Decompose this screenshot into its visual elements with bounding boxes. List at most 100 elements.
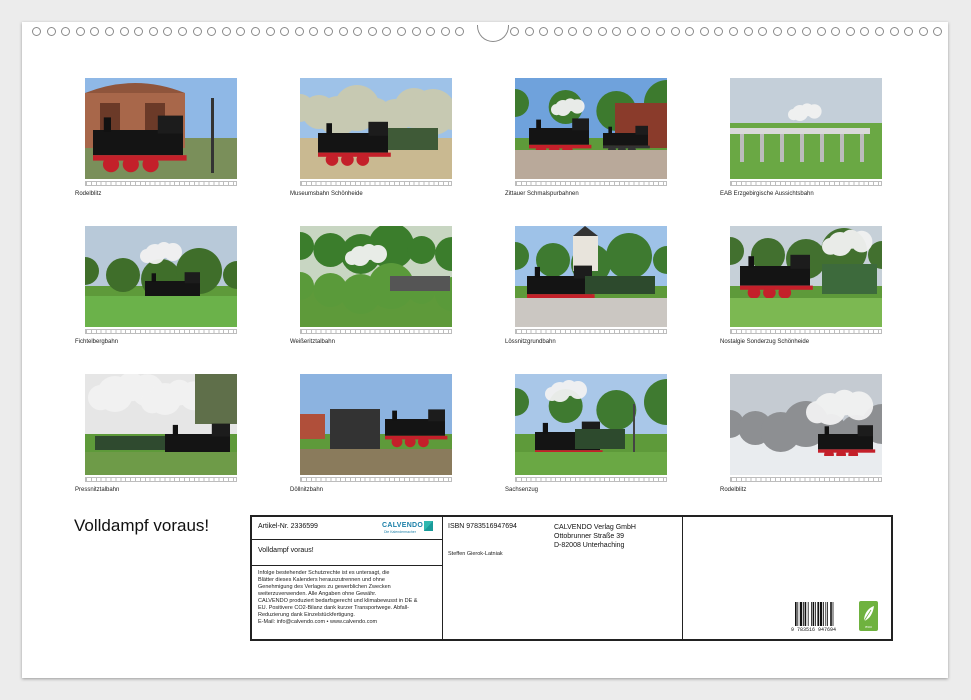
- mini-calendar-grid: [300, 477, 452, 482]
- calendar-sheet: Rodelblitz Museumsbahn Schönheide Zittau…: [22, 22, 948, 678]
- binding-ring: [699, 27, 709, 36]
- thumbnail-caption: Sachsenzug: [505, 487, 539, 493]
- thumbnail-caption: Nostalgie Sonderzug Schönheide: [720, 339, 810, 345]
- thumbnail-photo: [515, 226, 667, 327]
- binding-ring: [294, 27, 304, 36]
- binding-ring: [524, 27, 534, 36]
- binding-ring: [397, 27, 406, 36]
- thumbnail-photo: [85, 226, 237, 327]
- binding-rings: [30, 25, 943, 42]
- binding-ring: [105, 27, 114, 36]
- binding-ring: [148, 27, 158, 36]
- mini-calendar-grid: [300, 181, 452, 186]
- binding-ring: [192, 27, 202, 36]
- calvendo-logo: CALVENDO: [382, 522, 424, 529]
- article-number: Artikel-Nr. 2336599: [258, 523, 318, 530]
- binding-ring: [207, 27, 217, 36]
- binding-ring: [539, 27, 549, 36]
- binding-ring: [626, 27, 636, 36]
- thumbnail-photo: [515, 374, 667, 475]
- binding-ring: [265, 27, 275, 36]
- thumbnail-photo: [730, 78, 882, 179]
- legal-line: Blätter dieses Kalenders herauszutrennen…: [258, 577, 385, 583]
- binding-ring: [670, 27, 680, 36]
- calendar-title: Volldampf voraus!: [74, 516, 210, 535]
- mini-calendar-grid: [730, 477, 882, 482]
- legal-line: CALVENDO produziert bedarfsgerecht und k…: [258, 598, 418, 604]
- publisher-line: Ottobrunner Straße 39: [554, 533, 625, 540]
- thumbnail-photo: [300, 374, 452, 475]
- binding-ring: [831, 27, 841, 36]
- product-title: Volldampf voraus!: [258, 547, 314, 554]
- binding-ring: [568, 27, 578, 36]
- imprint-column-middle: ISBN 9783516947694 Steffen Gierok-Latnia…: [442, 517, 683, 639]
- binding-ring: [685, 27, 695, 36]
- binding-ring: [251, 27, 260, 36]
- mini-calendar-grid: [85, 181, 237, 186]
- thumbnail-caption: Fichtelbergbahn: [75, 339, 119, 345]
- imprint-column-left: Artikel-Nr. 2336599 CALVENDO Die Kalende…: [252, 517, 443, 639]
- legal-line: Infolge bestehender Schutzrechte ist es …: [258, 570, 390, 576]
- binding-ring: [61, 27, 71, 36]
- binding-ring: [889, 27, 899, 36]
- thumbnail-photo: [730, 226, 882, 327]
- legal-line: EU. Positivere CO2-Bilanz dank kurzer Tr…: [258, 605, 410, 611]
- binding-ring: [382, 27, 392, 36]
- legal-line: weiterzuverwenden. Alle Angaben ohne Gew…: [258, 591, 377, 597]
- leaf-icon: eco: [863, 606, 874, 629]
- barcode: [795, 602, 834, 626]
- binding-ring: [641, 27, 651, 36]
- binding-ring: [758, 27, 768, 36]
- binding-ring: [510, 27, 519, 36]
- binding-ring: [553, 27, 563, 36]
- binding-ring: [583, 27, 592, 36]
- binding-ring: [787, 27, 797, 36]
- binding-ring: [309, 27, 319, 36]
- binding-ring: [46, 27, 56, 36]
- legal-line: Genehmigung des Verlages zu gewerblichen…: [258, 584, 391, 590]
- binding-ring: [411, 27, 421, 36]
- calvendo-tagline: Die Kalendermacher: [384, 530, 416, 534]
- binding-ring: [656, 27, 665, 36]
- mini-calendar-grid: [85, 477, 237, 482]
- binding-ring: [280, 27, 290, 36]
- binding-ring: [353, 27, 363, 36]
- thumbnail-caption: Lössnitzgrundbahn: [505, 339, 556, 345]
- isbn: ISBN 9783516947694: [448, 523, 517, 530]
- binding-ring: [729, 27, 738, 36]
- binding-ring: [236, 27, 246, 36]
- mini-calendar-grid: [85, 329, 237, 334]
- binding-ring: [338, 27, 348, 36]
- barcode-digits: 9 783516 947694: [791, 627, 837, 633]
- calvendo-logo-icon: [424, 521, 433, 531]
- article-row: Artikel-Nr. 2336599 CALVENDO Die Kalende…: [252, 517, 442, 540]
- binding-ring: [426, 27, 436, 36]
- binding-ring: [90, 27, 100, 36]
- thumbnail-caption: Zittauer Schmalspurbahnen: [505, 191, 579, 197]
- publisher-line: CALVENDO Verlag GmbH: [554, 524, 636, 531]
- binding-ring: [816, 27, 826, 36]
- binding-ring: [933, 27, 943, 36]
- hanger-hook: [477, 25, 509, 42]
- thumbnail-photo: [300, 226, 452, 327]
- thumbnail-photo: [300, 78, 452, 179]
- legal-line: Reduzierung dank Einzelstückfertigung.: [258, 612, 355, 618]
- eco-badge: eco: [859, 601, 878, 631]
- mini-calendar-grid: [300, 329, 452, 334]
- imprint-box: Artikel-Nr. 2336599 CALVENDO Die Kalende…: [250, 515, 893, 641]
- binding-ring: [221, 27, 231, 36]
- publisher-line: D-82008 Unterhaching: [554, 542, 625, 549]
- binding-ring: [802, 27, 811, 36]
- thumbnail-photo: [730, 374, 882, 475]
- binding-ring: [134, 27, 144, 36]
- binding-ring: [875, 27, 884, 36]
- thumbnail-caption: EAB Erzgebirgische Aussichtsbahn: [720, 191, 814, 197]
- binding-ring: [714, 27, 724, 36]
- binding-ring: [860, 27, 870, 36]
- binding-ring: [918, 27, 928, 36]
- thumbnail-photo: [85, 78, 237, 179]
- binding-ring: [75, 27, 85, 36]
- binding-ring: [743, 27, 753, 36]
- binding-ring: [324, 27, 333, 36]
- thumbnail-caption: Weißeritztalbahn: [290, 339, 335, 345]
